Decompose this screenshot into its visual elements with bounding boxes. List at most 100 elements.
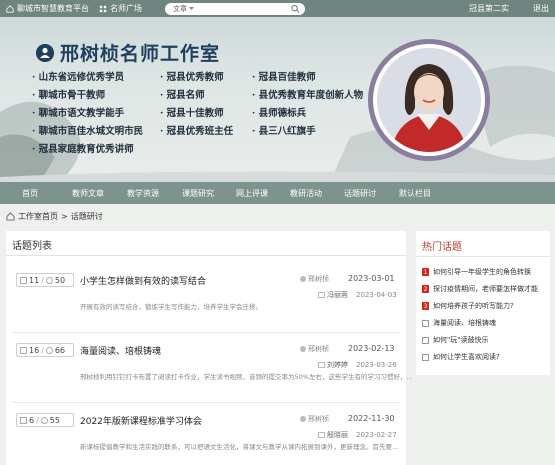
hot-topic-item[interactable]: 2 探讨疫情期间，老师要怎样做才能 xyxy=(422,284,538,294)
comment-icon xyxy=(318,362,325,368)
hot-topic-text: 探讨疫情期间，老师要怎样做才能 xyxy=(433,285,538,293)
topic-row: 16 / 66 海量阅读、培根铸魂 邢树桢利用钉钉打卡布置了阅读打卡作业，学生读… xyxy=(6,333,413,403)
honor-item: 县师德标兵 xyxy=(252,105,307,119)
reply-count: 16 xyxy=(29,345,40,355)
hot-topic-text: 如何培养孩子的听写能力? xyxy=(433,302,514,310)
hot-topic-text: 海量阅读、培根铸魂 xyxy=(433,319,496,327)
nav-item-home[interactable]: 首页 xyxy=(22,188,38,199)
nav-item-lesson-review[interactable]: 网上评课 xyxy=(236,188,268,199)
honor-item: 县三八红旗手 xyxy=(252,123,316,137)
nav-item-articles[interactable]: 教师文章 xyxy=(72,188,104,199)
view-count: 66 xyxy=(54,345,66,355)
topic-author[interactable]: 邢树桢 xyxy=(300,414,329,424)
top-bar: 聊城市智慧教育平台 名师广场 文章 冠县第二实 退出 xyxy=(0,0,555,17)
rank-badge: 1 xyxy=(422,268,429,276)
honor-item: 聊城市语文教学能手 xyxy=(32,105,125,119)
last-reply-user[interactable]: 冯丽蓉 xyxy=(318,290,348,300)
topic-title-link[interactable]: 小学生怎样做到有效的读写结合 xyxy=(80,274,206,287)
topic-author[interactable]: 邢树桢 xyxy=(300,344,329,354)
platform-name: 聊城市智慧教育平台 xyxy=(17,4,89,13)
honor-item: 县优秀教育年度创新人物 xyxy=(252,87,364,101)
reply-view-counter: 11 / 50 xyxy=(16,273,74,287)
topic-title-link[interactable]: 海量阅读、培根铸魂 xyxy=(80,344,161,357)
view-count: 50 xyxy=(54,275,66,285)
search-type-value: 文章 xyxy=(173,5,187,13)
last-reply-user[interactable]: 刘婷婷 xyxy=(318,360,348,370)
nav-item-research[interactable]: 课题研究 xyxy=(182,188,214,199)
chevron-down-icon xyxy=(189,7,194,10)
honors-list: 山东省远修优秀学员 冠县优秀教师 冠县百佳教师 聊城市骨干教师 冠县名师 县优秀… xyxy=(32,69,364,181)
reply-view-counter: 6 / 55 xyxy=(16,413,74,427)
user-icon xyxy=(300,346,306,352)
current-user-link[interactable]: 冠县第二实 xyxy=(469,3,509,14)
studio-logo-icon xyxy=(36,43,54,62)
view-icon xyxy=(45,276,53,284)
reply-icon xyxy=(20,416,27,424)
topic-date: 2023-02-13 xyxy=(348,344,395,353)
reply-count: 6 xyxy=(29,415,35,425)
hot-topic-text: 如何让学生喜欢阅读? xyxy=(433,353,500,361)
rank-badge: 2 xyxy=(422,285,429,293)
logout-link[interactable]: 退出 xyxy=(533,3,549,14)
last-reply-date: 2023-03-26 xyxy=(356,361,397,369)
topic-date: 2022-11-30 xyxy=(348,414,395,423)
comment-icon xyxy=(318,432,325,438)
user-icon xyxy=(300,416,306,422)
topic-author[interactable]: 邢树桢 xyxy=(300,274,329,284)
breadcrumb: 工作室首页 > 话题研讨 xyxy=(6,211,103,222)
teacher-plaza-link[interactable]: 名师广场 xyxy=(99,3,142,14)
hot-topic-item[interactable]: 如何让学生喜欢阅读? xyxy=(422,352,500,362)
last-reply-user[interactable]: 殷晓丽 xyxy=(318,430,348,440)
teacher-portrait-frame xyxy=(368,39,490,161)
nav-item-default[interactable]: 默认栏目 xyxy=(399,188,431,199)
studio-title: 邢树桢名师工作室 xyxy=(36,39,220,66)
topic-row: 11 / 50 小学生怎样做到有效的读写结合 开展有效的读写结合，锻炼学生写作能… xyxy=(6,263,406,333)
reply-count: 11 xyxy=(29,275,40,285)
divider xyxy=(416,256,550,257)
nav-item-activities[interactable]: 教研活动 xyxy=(290,188,322,199)
breadcrumb-home[interactable]: 工作室首页 xyxy=(18,211,58,222)
last-reply-date: 2023-02-27 xyxy=(356,431,397,439)
hot-topic-item[interactable]: 3 如何培养孩子的听写能力? xyxy=(422,301,514,311)
search-type-select[interactable]: 文章 xyxy=(165,4,200,14)
honor-item: 冠县优秀班主任 xyxy=(160,123,234,137)
grid-icon xyxy=(99,5,107,12)
view-icon xyxy=(45,346,53,354)
search-bar: 文章 xyxy=(165,3,305,15)
nav-item-topics[interactable]: 话题研讨 xyxy=(344,188,376,199)
topic-list-panel: 话题列表 11 / 50 小学生怎样做到有效的读写结合 开展有效的读写结合，锻炼… xyxy=(6,231,413,465)
hot-topic-item[interactable]: 如何"玩"读鼓快乐 xyxy=(422,335,488,345)
hot-topics-title: 热门话题 xyxy=(422,242,462,253)
topic-icon xyxy=(422,353,429,361)
home-icon xyxy=(6,4,14,13)
hot-topic-item[interactable]: 海量阅读、培根铸魂 xyxy=(422,318,496,328)
plaza-label: 名师广场 xyxy=(110,4,142,13)
honor-item: 冠县优秀教师 xyxy=(160,69,224,83)
platform-home-link[interactable]: 聊城市智慧教育平台 xyxy=(6,3,89,14)
topic-title-link[interactable]: 2022年版新课程标准学习体会 xyxy=(80,414,202,427)
comment-icon xyxy=(318,292,325,298)
topic-icon xyxy=(422,319,429,327)
last-reply-date: 2023-04-03 xyxy=(356,291,397,299)
user-icon xyxy=(300,276,306,282)
hot-topic-item[interactable]: 1 如何引导一年级学生的角色转换 xyxy=(422,267,531,277)
honor-item: 山东省远修优秀学员 xyxy=(32,69,125,83)
studio-banner: 邢树桢名师工作室 山东省远修优秀学员 冠县优秀教师 冠县百佳教师 聊城市骨干教师… xyxy=(0,17,555,182)
search-icon[interactable] xyxy=(291,4,300,14)
reply-icon xyxy=(20,346,27,354)
honor-item: 聊城市骨干教师 xyxy=(32,87,106,101)
topic-icon xyxy=(422,336,429,344)
topic-date: 2023-03-01 xyxy=(348,274,395,283)
teacher-portrait xyxy=(377,48,481,152)
honor-item: 冠县名师 xyxy=(160,87,205,101)
nav-item-resources[interactable]: 教学资源 xyxy=(127,188,159,199)
honor-item: 冠县家庭教育优秀讲师 xyxy=(32,141,134,155)
topic-description: 邢树桢利用钉钉打卡布置了阅读打卡作业，学生读书视频、音频的提交率为50%左右，这… xyxy=(80,373,413,381)
search-input[interactable] xyxy=(200,4,291,14)
topic-list-title: 话题列表 xyxy=(12,241,52,252)
home-icon xyxy=(6,212,15,221)
honor-item: 冠县十佳教师 xyxy=(160,105,224,119)
studio-name: 邢树桢名师工作室 xyxy=(60,43,221,65)
topic-row: 6 / 55 2022年版新课程标准学习体会 新课标提倡教学和生活实践的联系，可… xyxy=(6,403,406,465)
hot-topic-text: 如何引导一年级学生的角色转换 xyxy=(433,268,531,276)
